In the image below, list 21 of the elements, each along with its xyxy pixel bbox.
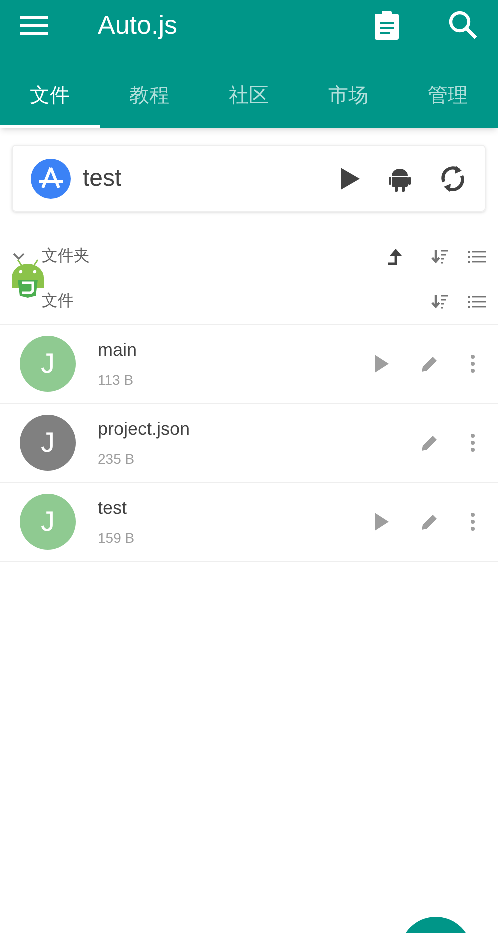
file-avatar: J (20, 415, 76, 471)
file-name: test (98, 497, 128, 520)
tab[interactable]: 文件 (0, 50, 100, 128)
file-row[interactable]: J main 113 B (0, 325, 498, 404)
tab[interactable]: 教程 (100, 50, 200, 128)
tab[interactable]: 市场 (298, 50, 398, 128)
section-label: 文件 (42, 292, 75, 312)
file-size: 159 B (98, 529, 136, 548)
section-label: 文件夹 (42, 246, 91, 266)
tab[interactable]: 社区 (199, 50, 299, 128)
tab[interactable]: 管理 (398, 50, 498, 128)
file-name: main (98, 339, 138, 362)
file-size: 113 B (98, 371, 135, 390)
file-avatar: J (20, 336, 76, 392)
project-name: test (83, 164, 123, 194)
file-size: 235 B (98, 450, 136, 469)
file-row[interactable]: J test 159 B (0, 483, 498, 562)
file-row[interactable]: J project.json 235 B (0, 404, 498, 483)
app-title: Auto.js (98, 8, 178, 42)
file-avatar: J (20, 494, 76, 550)
file-name: project.json (98, 418, 192, 441)
